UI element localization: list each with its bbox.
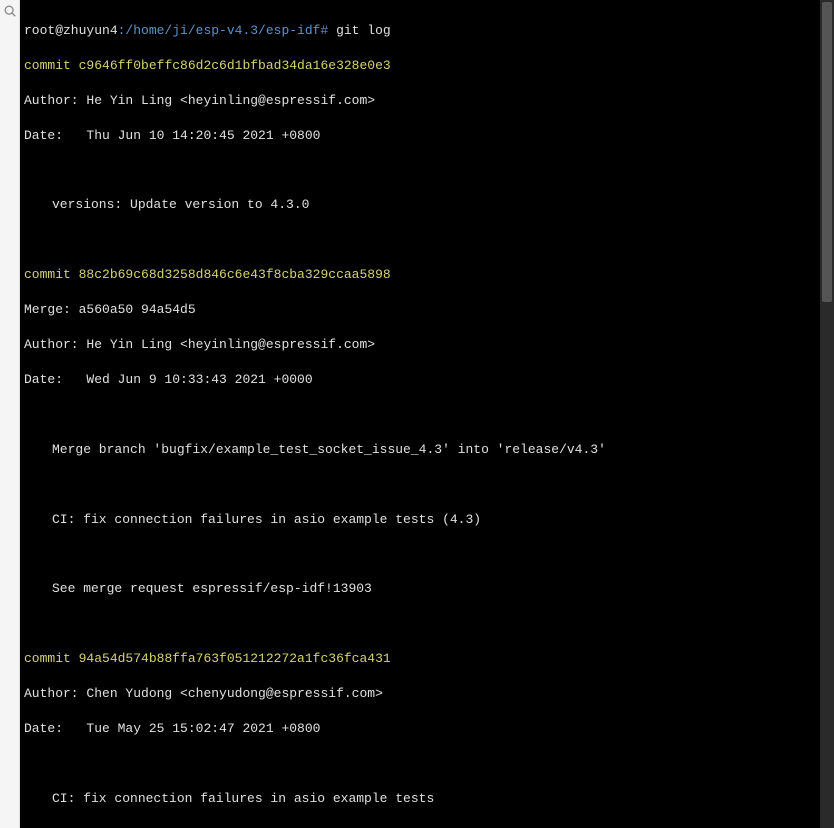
merge-value: a560a50 94a54d5 [79,302,196,317]
scrollbar[interactable] [820,0,834,828]
author-value: He Yin Ling <heyinling@espressif.com> [86,337,375,352]
commit-header: commit 88c2b69c68d3258d846c6e43f8cba329c… [24,266,816,284]
author-line: Author: He Yin Ling <heyinling@espressif… [24,336,816,354]
commit-message: versions: Update version to 4.3.0 [24,196,816,214]
prompt-path: :/home/ji/esp-v4.3/esp-idf# [118,23,329,38]
commit-hash: 88c2b69c68d3258d846c6e43f8cba329ccaa5898 [79,267,391,282]
commit-hash: 94a54d574b88ffa763f051212272a1fc36fca431 [79,651,391,666]
commit-message: See merge request espressif/esp-idf!1390… [24,580,816,598]
date-line: Date: Wed Jun 9 10:33:43 2021 +0000 [24,371,816,389]
date-value: Wed Jun 9 10:33:43 2021 +0000 [86,372,312,387]
prompt-user-host: root@zhuyun4 [24,23,118,38]
date-line: Date: Tue May 25 15:02:47 2021 +0800 [24,720,816,738]
date-value: Tue May 25 15:02:47 2021 +0800 [86,721,320,736]
merge-line: Merge: a560a50 94a54d5 [24,301,816,319]
author-line: Author: He Yin Ling <heyinling@espressif… [24,92,816,110]
commit-message: CI: fix connection failures in asio exam… [24,511,816,529]
date-line: Date: Thu Jun 10 14:20:45 2021 +0800 [24,127,816,145]
commit-label: commit [24,651,71,666]
commit-message: Merge branch 'bugfix/example_test_socket… [24,441,816,459]
search-icon[interactable] [3,4,17,18]
sidebar [0,0,20,828]
commit-header: commit c9646ff0beffc86d2c6d1bfbad34da16e… [24,57,816,75]
commit-label: commit [24,58,71,73]
commit-header: commit 94a54d574b88ffa763f051212272a1fc3… [24,650,816,668]
terminal-output[interactable]: root@zhuyun4:/home/ji/esp-v4.3/esp-idf# … [20,0,820,828]
scroll-thumb[interactable] [822,2,832,302]
commit-hash: c9646ff0beffc86d2c6d1bfbad34da16e328e0e3 [79,58,391,73]
commit-message: CI: fix connection failures in asio exam… [24,790,816,808]
author-value: He Yin Ling <heyinling@espressif.com> [86,93,375,108]
author-value: Chen Yudong <chenyudong@espressif.com> [86,686,382,701]
author-line: Author: Chen Yudong <chenyudong@espressi… [24,685,816,703]
date-value: Thu Jun 10 14:20:45 2021 +0800 [86,128,320,143]
prompt-line: root@zhuyun4:/home/ji/esp-v4.3/esp-idf# … [24,22,816,40]
command: git log [336,23,391,38]
commit-label: commit [24,267,71,282]
